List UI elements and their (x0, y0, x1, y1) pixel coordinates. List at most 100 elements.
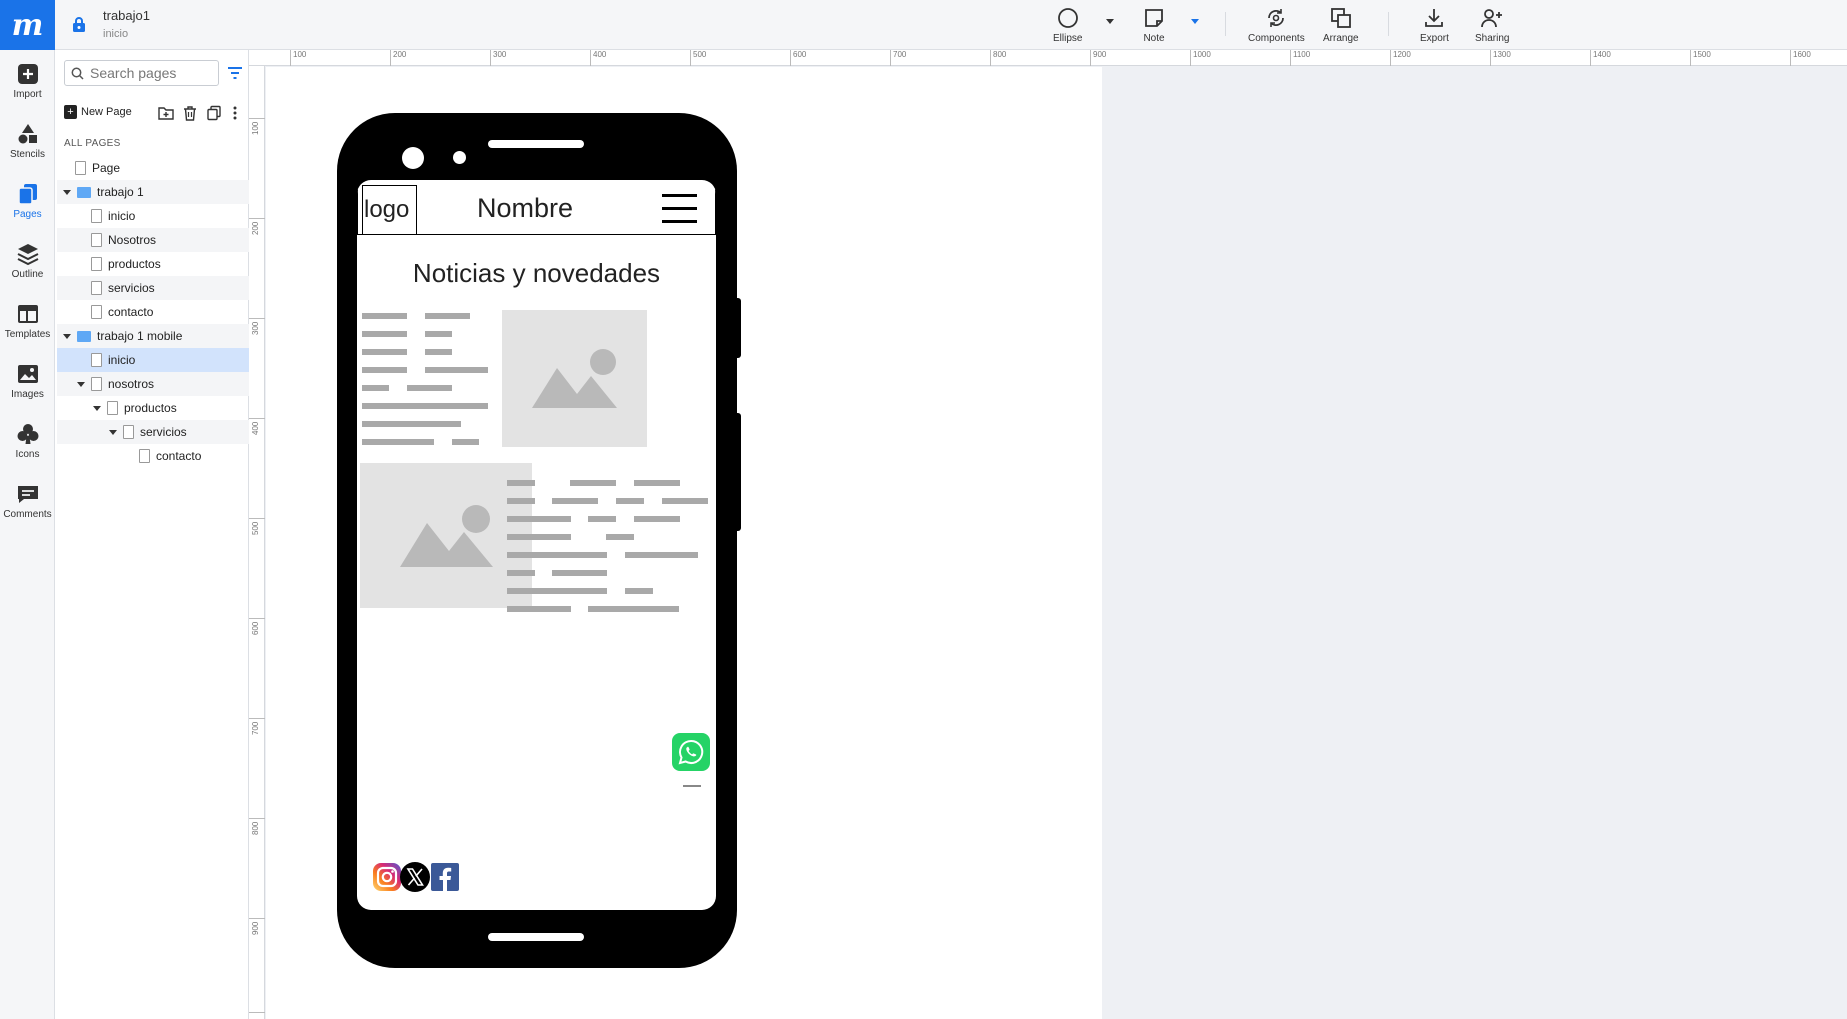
ellipse-tool-button[interactable]: Ellipse (1053, 6, 1082, 44)
whatsapp-icon (678, 739, 704, 765)
mockup-section-title[interactable]: Noticias y novedades (357, 258, 716, 289)
icons-button[interactable]: Icons (0, 422, 55, 460)
import-button[interactable]: Import (0, 62, 55, 100)
ruler-tick: 500 (690, 50, 706, 66)
phone-home-bar (488, 933, 584, 941)
filter-icon[interactable] (227, 66, 243, 80)
arrange-button[interactable]: Arrange (1323, 6, 1359, 44)
chevron-down-icon[interactable] (63, 333, 71, 339)
lock-icon[interactable] (72, 16, 86, 32)
templates-button[interactable]: Templates (0, 302, 55, 340)
project-title[interactable]: trabajo1 (103, 8, 150, 23)
page-item-label: Nosotros (108, 233, 157, 247)
page-item-servicios[interactable]: servicios (57, 276, 249, 300)
page-item-nosotros[interactable]: Nosotros (57, 228, 249, 252)
page-item-label: inicio (108, 353, 136, 367)
search-box[interactable] (64, 60, 219, 86)
text-placeholder-line (507, 534, 571, 540)
images-button[interactable]: Images (0, 362, 55, 400)
page-item-productos[interactable]: productos (57, 252, 249, 276)
folder-item-trabajo-1-mobile[interactable]: trabajo 1 mobile (57, 324, 249, 348)
note-tool-button[interactable]: Note (1142, 6, 1166, 44)
import-label: Import (13, 89, 42, 100)
text-placeholder-line (625, 588, 653, 594)
search-input[interactable] (90, 65, 215, 81)
note-dropdown-caret[interactable] (1191, 19, 1199, 24)
page-item-nosotros-mobile[interactable]: nosotros (57, 372, 249, 396)
ruler-tick: 700 (890, 50, 906, 66)
text-placeholder-line (507, 552, 607, 558)
page-item-contacto-mobile[interactable]: contacto (57, 444, 249, 468)
chevron-down-icon[interactable] (93, 405, 101, 411)
whatsapp-button[interactable] (672, 733, 710, 771)
hamburger-menu-icon[interactable] (662, 194, 697, 233)
chevron-down-icon[interactable] (109, 429, 117, 435)
ruler-tick: 900 (249, 918, 265, 935)
outline-button[interactable]: Outline (0, 242, 55, 280)
page-item-contacto[interactable]: contacto (57, 300, 249, 324)
comments-label: Comments (3, 509, 52, 520)
trash-icon[interactable] (182, 105, 198, 121)
new-page-button[interactable]: + New Page (64, 105, 132, 119)
page-tree: Page trabajo 1 inicio Nosotros productos… (57, 156, 249, 468)
ruler-tick: 200 (249, 218, 265, 235)
mockup-site-name[interactable]: Nombre (477, 193, 573, 224)
image-placeholder[interactable] (502, 310, 647, 447)
phone-screen[interactable]: logo Nombre Noticias y novedades (357, 180, 716, 910)
stencils-button[interactable]: Stencils (0, 122, 55, 160)
ellipse-icon (1057, 8, 1078, 28)
app-logo-letter: m (11, 7, 44, 43)
page-item-page[interactable]: Page (57, 156, 249, 180)
new-folder-icon[interactable] (158, 105, 174, 121)
page-item-productos-mobile[interactable]: productos (57, 396, 249, 420)
ellipse-label: Ellipse (1053, 33, 1083, 44)
facebook-icon[interactable] (429, 861, 461, 893)
text-placeholder-line (362, 331, 407, 337)
text-placeholder-line (425, 367, 488, 373)
duplicate-icon[interactable] (206, 105, 222, 121)
ruler-tick: 100 (249, 118, 265, 135)
templates-label: Templates (4, 329, 51, 340)
ruler-tick: 600 (790, 50, 806, 66)
text-placeholder-line (425, 313, 470, 319)
components-button[interactable]: Components (1248, 6, 1305, 44)
mockup-logo-box[interactable]: logo (362, 185, 417, 235)
page-icon (75, 161, 86, 175)
ellipse-dropdown-caret[interactable] (1106, 19, 1114, 24)
page-item-label: contacto (108, 305, 154, 319)
comments-button[interactable]: Comments (0, 482, 55, 520)
pages-button[interactable]: Pages (0, 182, 55, 220)
app-logo[interactable]: m (0, 0, 55, 50)
new-page-label: New Page (81, 106, 132, 118)
comment-icon (17, 486, 38, 503)
chevron-down-icon[interactable] (77, 381, 85, 387)
toolbar-divider (1388, 12, 1389, 36)
chevron-down-icon[interactable] (63, 189, 71, 195)
page-item-label: nosotros (108, 377, 155, 391)
page-item-servicios-mobile[interactable]: servicios (57, 420, 249, 444)
vertical-ruler: 100 200 300 400 500 600 700 800 900 10 (249, 66, 265, 1019)
x-twitter-icon[interactable] (399, 861, 431, 893)
text-placeholder-line (507, 516, 571, 522)
x-glyph (400, 862, 430, 892)
page-item-inicio-mobile[interactable]: inicio (57, 348, 249, 372)
plus-square-icon (17, 64, 38, 84)
page-icon (91, 281, 102, 295)
page-item-inicio[interactable]: inicio (57, 204, 249, 228)
all-pages-heading: ALL PAGES (64, 138, 121, 149)
text-placeholder-line (452, 439, 479, 445)
page-icon (107, 401, 118, 415)
club-icon (17, 424, 38, 444)
stencils-label: Stencils (9, 149, 45, 160)
folder-item-trabajo-1[interactable]: trabajo 1 (57, 180, 249, 204)
more-options-icon[interactable] (227, 105, 243, 121)
ruler-tick: 100 (290, 50, 306, 66)
page-item-label: Page (92, 161, 121, 175)
ruler-tick: 1300 (1490, 50, 1511, 66)
phone-mockup[interactable]: logo Nombre Noticias y novedades (337, 113, 741, 968)
outline-label: Outline (11, 269, 44, 280)
sharing-button[interactable]: Sharing (1475, 6, 1509, 44)
export-button[interactable]: Export (1420, 6, 1449, 44)
text-placeholder-line (552, 498, 598, 504)
text-placeholder-line (362, 367, 407, 373)
